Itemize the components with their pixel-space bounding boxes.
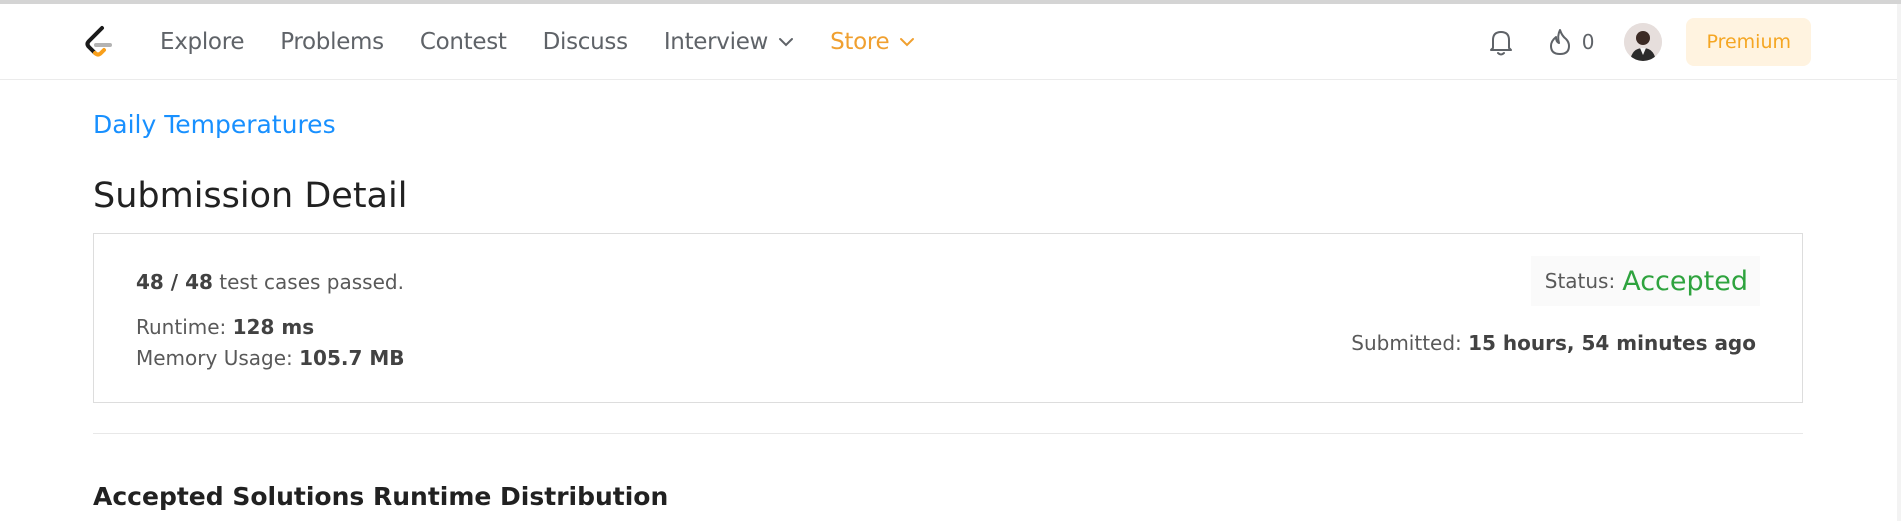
- status-value: Accepted: [1622, 265, 1748, 297]
- premium-button[interactable]: Premium: [1686, 18, 1811, 66]
- nav-interview-label: Interview: [663, 29, 769, 55]
- scrollbar[interactable]: [1897, 4, 1901, 521]
- test-cases-summary: 48 / 48 test cases passed.: [136, 270, 404, 294]
- chevron-down-icon: [779, 38, 794, 47]
- tests-passed-count: 48 / 48: [136, 270, 213, 294]
- page-title: Submission Detail: [93, 176, 408, 216]
- nav-explore[interactable]: Explore: [160, 29, 245, 55]
- runtime-row: Runtime: 128 ms: [136, 315, 314, 339]
- runtime-value: 128 ms: [232, 315, 315, 339]
- leetcode-logo-icon[interactable]: [82, 25, 116, 61]
- memory-row: Memory Usage: 105.7 MB: [136, 346, 404, 370]
- memory-label: Memory Usage:: [136, 346, 300, 370]
- submitted-value: 15 hours, 54 minutes ago: [1468, 331, 1756, 355]
- status-label: Status:: [1544, 269, 1616, 293]
- memory-value: 105.7 MB: [299, 346, 405, 370]
- runtime-label: Runtime:: [136, 315, 233, 339]
- fire-icon: [1549, 29, 1570, 55]
- streak-counter[interactable]: 0: [1548, 28, 1595, 56]
- top-navbar: Explore Problems Contest Discuss Intervi…: [0, 4, 1897, 80]
- nav-discuss[interactable]: Discuss: [543, 29, 628, 55]
- nav-store-dropdown[interactable]: Store: [830, 29, 915, 55]
- nav-right-actions: 0 Premium: [1488, 4, 1811, 80]
- submitted-time: Submitted: 15 hours, 54 minutes ago: [1351, 331, 1756, 355]
- nav-store-label: Store: [830, 29, 890, 55]
- status-badge: Status: Accepted: [1530, 256, 1760, 306]
- avatar[interactable]: [1624, 23, 1663, 61]
- runtime-distribution-heading: Accepted Solutions Runtime Distribution: [93, 482, 669, 511]
- streak-count: 0: [1581, 30, 1595, 54]
- nav-interview-dropdown[interactable]: Interview: [664, 29, 794, 55]
- nav-problems[interactable]: Problems: [280, 29, 384, 55]
- main-nav: Explore Problems Contest Discuss Intervi…: [160, 4, 951, 80]
- submitted-label: Submitted:: [1351, 331, 1469, 355]
- bell-icon[interactable]: [1488, 27, 1514, 57]
- section-divider: [93, 433, 1803, 434]
- submission-detail-card: 48 / 48 test cases passed. Runtime: 128 …: [93, 233, 1803, 403]
- chevron-down-icon: [900, 38, 915, 47]
- nav-contest[interactable]: Contest: [420, 29, 507, 55]
- problem-title-link[interactable]: Daily Temperatures: [93, 110, 336, 139]
- tests-passed-suffix: test cases passed.: [212, 270, 404, 294]
